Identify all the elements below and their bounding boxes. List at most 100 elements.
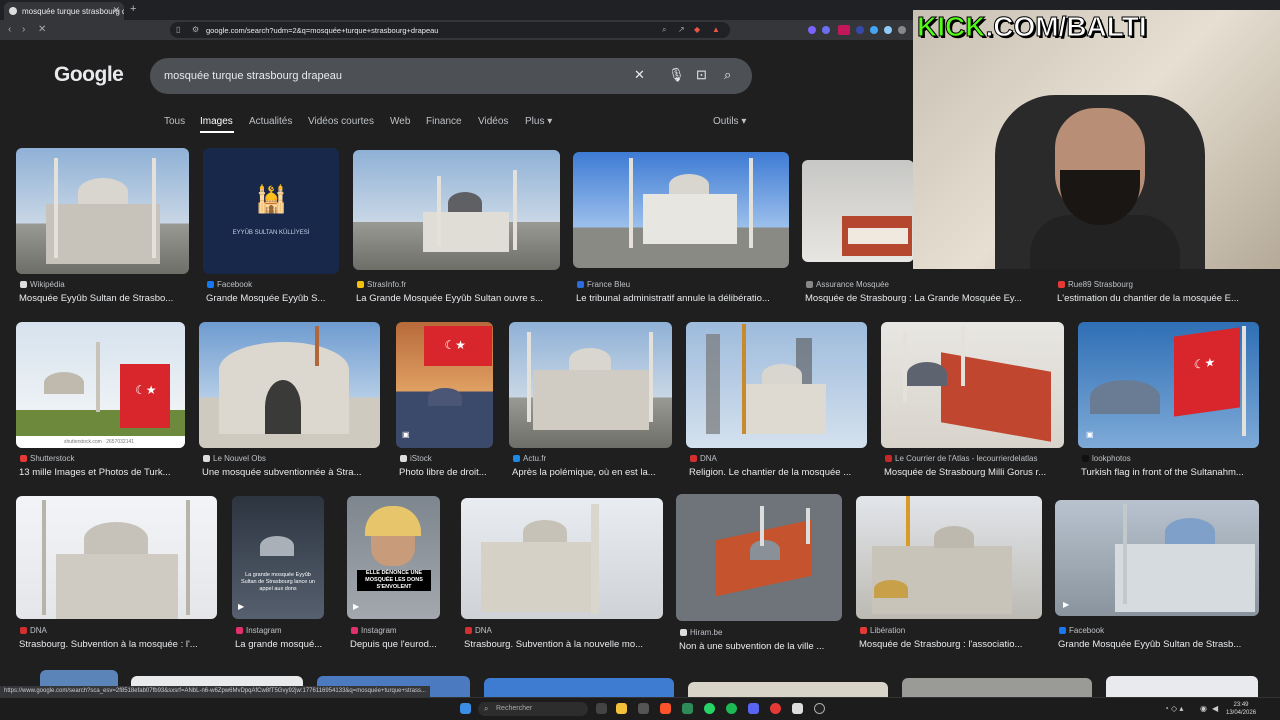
- result-thumbnail[interactable]: [461, 498, 663, 619]
- tab-all[interactable]: Tous: [164, 116, 185, 127]
- lens-icon[interactable]: ⊡: [696, 67, 707, 83]
- address-bar[interactable]: ▯ ⚙ google.com/search?udm=2&q=mosquée+tu…: [170, 22, 730, 38]
- image-result[interactable]: ▣ lookphotos Turkish flag in front of th…: [1078, 322, 1259, 482]
- result-source[interactable]: DNA: [20, 626, 47, 635]
- result-thumbnail[interactable]: ▣: [1078, 322, 1259, 448]
- result-title[interactable]: Depuis que l'eurod...: [350, 639, 443, 650]
- stop-loading-icon[interactable]: ✕: [38, 24, 46, 35]
- image-result[interactable]: Wikipédia Mosquée Eyyûb Sultan de Strasb…: [16, 148, 189, 308]
- windows-start-icon[interactable]: [460, 703, 471, 714]
- rewards-icon[interactable]: ▲: [712, 25, 720, 34]
- extension-icon[interactable]: [808, 26, 816, 34]
- microphone-icon[interactable]: 🎙: [668, 67, 685, 83]
- result-thumbnail[interactable]: [1106, 676, 1258, 698]
- spotify-icon[interactable]: [726, 703, 737, 714]
- result-title[interactable]: Après la polémique, où en est la...: [512, 467, 672, 478]
- taskbar-clock[interactable]: 23:49 13/04/2026: [1226, 701, 1256, 717]
- result-title[interactable]: Photo libre de droit...: [399, 467, 494, 478]
- image-result[interactable]: France Bleu Le tribunal administratif an…: [573, 152, 789, 308]
- notion-icon[interactable]: [792, 703, 803, 714]
- bookmark-icon[interactable]: ▯: [176, 25, 180, 34]
- search-input[interactable]: mosquée turque strasbourg drapeau: [164, 70, 342, 82]
- image-result[interactable]: ELLE DÉNONCE UNE MOSQUÉE LES DONS S'ENVO…: [347, 496, 440, 656]
- result-thumbnail[interactable]: ELLE DÉNONCE UNE MOSQUÉE LES DONS S'ENVO…: [347, 496, 440, 619]
- discord-icon[interactable]: [748, 703, 759, 714]
- result-title[interactable]: La grande mosqué...: [235, 639, 327, 650]
- result-source[interactable]: Facebook: [1059, 626, 1104, 635]
- tools-button[interactable]: Outils ▾: [713, 116, 746, 127]
- extension-icon[interactable]: [856, 26, 864, 34]
- result-title[interactable]: Mosquée de Strasbourg : La Grande Mosqué…: [805, 293, 1047, 304]
- extension-icon[interactable]: [838, 25, 850, 35]
- brave-icon[interactable]: [660, 703, 671, 714]
- result-source[interactable]: StrasInfo.fr: [357, 280, 406, 289]
- result-source[interactable]: Actu.fr: [513, 454, 546, 463]
- forward-icon[interactable]: ›: [22, 24, 25, 35]
- tab-finance[interactable]: Finance: [426, 116, 462, 127]
- result-source[interactable]: Le Nouvel Obs: [203, 454, 266, 463]
- tab-videos[interactable]: Vidéos: [478, 116, 508, 127]
- image-result[interactable]: shutterstock.com · 2657032141 Shuttersto…: [16, 322, 185, 482]
- result-source[interactable]: France Bleu: [577, 280, 630, 289]
- result-title[interactable]: Strasbourg. Subvention à la mosquée : l'…: [19, 639, 217, 650]
- new-tab-button[interactable]: +: [130, 3, 136, 15]
- result-source[interactable]: iStock: [400, 454, 432, 463]
- image-result[interactable]: Le Courrier de l'Atlas - lecourrierdelat…: [881, 322, 1064, 482]
- zoom-icon[interactable]: ⌕: [662, 25, 666, 35]
- result-source[interactable]: Rue89 Strasbourg: [1058, 280, 1133, 289]
- file-explorer-icon[interactable]: [616, 703, 627, 714]
- image-result[interactable]: DNA Strasbourg. Subvention à la mosquée …: [16, 496, 217, 656]
- tab-more[interactable]: Plus ▾: [525, 116, 552, 127]
- result-source[interactable]: Shutterstock: [20, 454, 74, 463]
- app-icon[interactable]: [770, 703, 781, 714]
- result-thumbnail[interactable]: [802, 160, 914, 262]
- share-icon[interactable]: ↗: [678, 25, 685, 34]
- result-thumbnail[interactable]: 🕌 EYYÛB SULTAN KÜLLİYESİ: [203, 148, 339, 274]
- result-title[interactable]: Une mosquée subventionnée à Stra...: [202, 467, 380, 478]
- result-source[interactable]: Hiram.be: [680, 628, 722, 637]
- result-title[interactable]: L'estimation du chantier de la mosquée E…: [1057, 293, 1257, 304]
- image-result[interactable]: DNA Religion. Le chantier de la mosquée …: [686, 322, 867, 482]
- volume-icon[interactable]: ◀: [1212, 704, 1218, 713]
- image-result[interactable]: Actu.fr Après la polémique, où en est la…: [509, 322, 672, 482]
- image-result[interactable]: Hiram.be Non à une subvention de la vill…: [676, 494, 842, 656]
- result-title[interactable]: La Grande Mosquée Eyyûb Sultan ouvre s..…: [356, 293, 561, 304]
- result-title[interactable]: Non à une subvention de la ville ...: [679, 641, 842, 652]
- search-box[interactable]: mosquée turque strasbourg drapeau ✕ 🎙 ⊡ …: [150, 58, 752, 94]
- app-icon[interactable]: [638, 703, 649, 714]
- close-tab-icon[interactable]: ✕: [112, 5, 120, 16]
- result-source[interactable]: Wikipédia: [20, 280, 65, 289]
- tab-images[interactable]: Images: [200, 116, 233, 127]
- result-thumbnail[interactable]: [881, 322, 1064, 448]
- result-thumbnail[interactable]: [573, 152, 789, 268]
- result-thumbnail[interactable]: [484, 678, 674, 698]
- result-title[interactable]: 13 mille Images et Photos de Turk...: [19, 467, 185, 478]
- result-source[interactable]: Instagram: [236, 626, 282, 635]
- result-title[interactable]: Religion. Le chantier de la mosquée ...: [689, 467, 867, 478]
- result-thumbnail[interactable]: [199, 322, 380, 448]
- extension-icon[interactable]: [822, 26, 830, 34]
- image-result[interactable]: Le Nouvel Obs Une mosquée subventionnée …: [199, 322, 380, 482]
- image-result[interactable]: 🕌 EYYÛB SULTAN KÜLLİYESİ Facebook Grande…: [203, 148, 339, 308]
- extension-icon[interactable]: [898, 26, 906, 34]
- result-thumbnail[interactable]: ▶: [1055, 500, 1259, 616]
- result-source[interactable]: Assurance Mosquée: [806, 280, 889, 289]
- image-result[interactable]: Rue89 Strasbourg L'estimation du chantie…: [1054, 268, 1264, 308]
- result-thumbnail[interactable]: [16, 148, 189, 274]
- browser-tab[interactable]: mosquée turque strasbourg drap ✕: [4, 2, 124, 20]
- back-icon[interactable]: ‹: [8, 24, 11, 35]
- network-icon[interactable]: ◉: [1200, 704, 1207, 713]
- result-title[interactable]: Mosquée de Strasbourg : l'associatio...: [859, 639, 1042, 650]
- extension-icon[interactable]: [884, 26, 892, 34]
- result-source[interactable]: Facebook: [207, 280, 252, 289]
- obs-icon[interactable]: [814, 703, 825, 714]
- app-icon[interactable]: [682, 703, 693, 714]
- google-logo[interactable]: Google: [54, 63, 124, 87]
- brave-shield-icon[interactable]: ◆: [694, 25, 700, 34]
- result-source[interactable]: DNA: [465, 626, 492, 635]
- result-source[interactable]: lookphotos: [1082, 454, 1131, 463]
- clear-icon[interactable]: ✕: [634, 67, 645, 83]
- image-result[interactable]: ▣ iStock Photo libre de droit...: [396, 322, 493, 482]
- result-title[interactable]: Mosquée de Strasbourg Milli Gorus r...: [884, 467, 1064, 478]
- whatsapp-icon[interactable]: [704, 703, 715, 714]
